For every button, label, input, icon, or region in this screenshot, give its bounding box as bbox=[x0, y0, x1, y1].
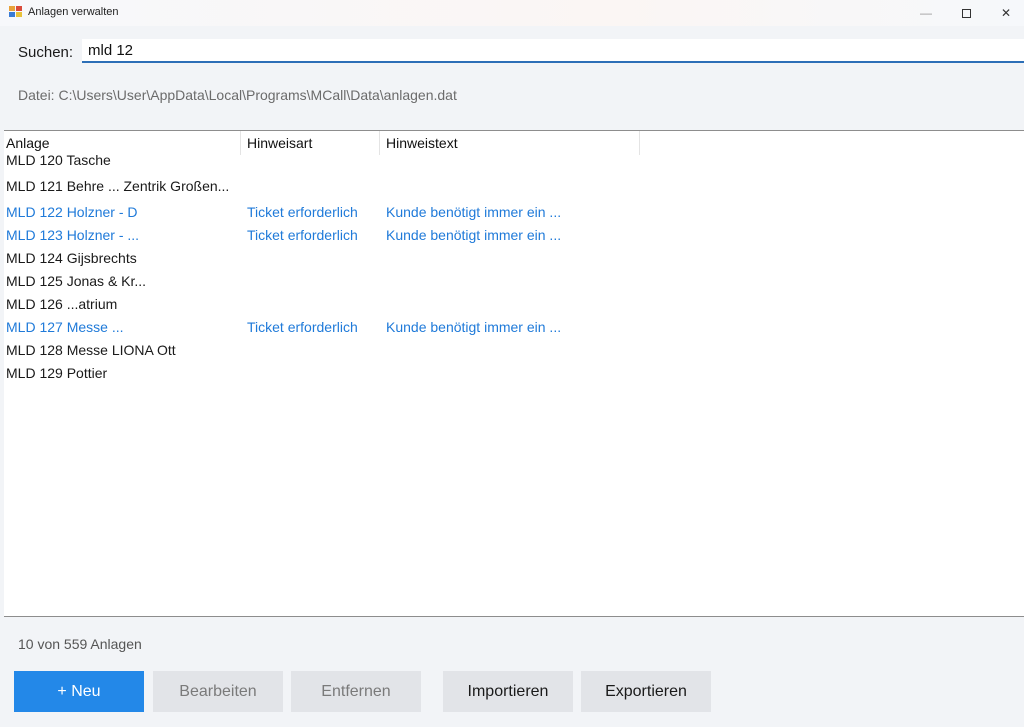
cell-hinweisart: Ticket erforderlich bbox=[247, 319, 358, 335]
close-icon: ✕ bbox=[1000, 6, 1012, 20]
cell-anlage: MLD 122 Holzner - D bbox=[6, 204, 138, 220]
list-row[interactable]: MLD 124 Gijsbrechts bbox=[4, 247, 1024, 270]
cell-anlage: MLD 124 Gijsbrechts bbox=[6, 250, 137, 266]
list-row[interactable]: MLD 129 Pottier bbox=[4, 362, 1024, 385]
app-icon bbox=[9, 6, 23, 18]
cell-hinweisart: Ticket erforderlich bbox=[247, 204, 358, 220]
remove-button[interactable]: Entfernen bbox=[291, 671, 421, 712]
cell-anlage: MLD 129 Pottier bbox=[6, 365, 108, 381]
cell-anlage: MLD 126 ...atrium bbox=[6, 296, 118, 312]
list-row[interactable]: MLD 123 Holzner - ... Ticket erforderlich… bbox=[4, 224, 1024, 247]
list-row[interactable]: MLD 126 ...atrium bbox=[4, 293, 1024, 316]
list-row[interactable]: MLD 125 Jonas & Kr... bbox=[4, 270, 1024, 293]
close-button[interactable]: ✕ bbox=[986, 0, 1024, 26]
cell-anlage: MLD 128 Messe LIONA Ott bbox=[6, 342, 176, 358]
maximize-icon bbox=[961, 8, 971, 18]
cell-hinweistext: Kunde benötigt immer ein ... bbox=[386, 319, 562, 335]
list-row[interactable]: MLD 120 Tasche bbox=[4, 149, 1024, 172]
cell-anlage: MLD 125 Jonas & Kr... bbox=[6, 273, 147, 289]
cell-anlage: MLD 123 Holzner - ... bbox=[6, 227, 140, 243]
list-row[interactable]: MLD 127 Messe ... Ticket erforderlich Kund… bbox=[4, 316, 1024, 339]
list-row[interactable]: MLD 121 Behre ... Zentrik Großen... bbox=[4, 175, 1024, 198]
cell-anlage: MLD 120 Tasche bbox=[6, 152, 111, 168]
cell-hinweistext: Kunde benötigt immer ein ... bbox=[386, 204, 562, 220]
anlagen-list[interactable]: Anlage Hinweisart Hinweistext MLD 120 Ta… bbox=[4, 130, 1024, 617]
window-title: Anlagen verwalten bbox=[28, 6, 119, 18]
import-button[interactable]: Importieren bbox=[443, 671, 573, 712]
cell-hinweistext: Kunde benötigt immer ein ... bbox=[386, 227, 562, 243]
file-path-label: Datei: C:\Users\User\AppData\Local\Progr… bbox=[18, 87, 457, 103]
cell-anlage: MLD 127 Messe ... bbox=[6, 319, 124, 335]
title-bar: Anlagen verwalten — ✕ bbox=[0, 0, 1024, 26]
search-label: Suchen: bbox=[18, 44, 74, 61]
minimize-icon: — bbox=[920, 6, 932, 20]
list-row[interactable]: MLD 122 Holzner - D Ticket erforderlich Ku… bbox=[4, 201, 1024, 224]
maximize-button[interactable] bbox=[946, 0, 986, 26]
record-count: 10 von 559 Anlagen bbox=[18, 636, 142, 652]
cell-anlage: MLD 121 Behre ... Zentrik Großen... bbox=[6, 178, 230, 194]
cell-hinweisart: Ticket erforderlich bbox=[247, 227, 358, 243]
search-input[interactable] bbox=[82, 39, 1024, 63]
new-button[interactable]: + Neu bbox=[14, 671, 144, 712]
export-button[interactable]: Exportieren bbox=[581, 671, 711, 712]
edit-button[interactable]: Bearbeiten bbox=[153, 671, 283, 712]
minimize-button[interactable]: — bbox=[906, 0, 946, 26]
list-row[interactable]: MLD 128 Messe LIONA Ott bbox=[4, 339, 1024, 362]
